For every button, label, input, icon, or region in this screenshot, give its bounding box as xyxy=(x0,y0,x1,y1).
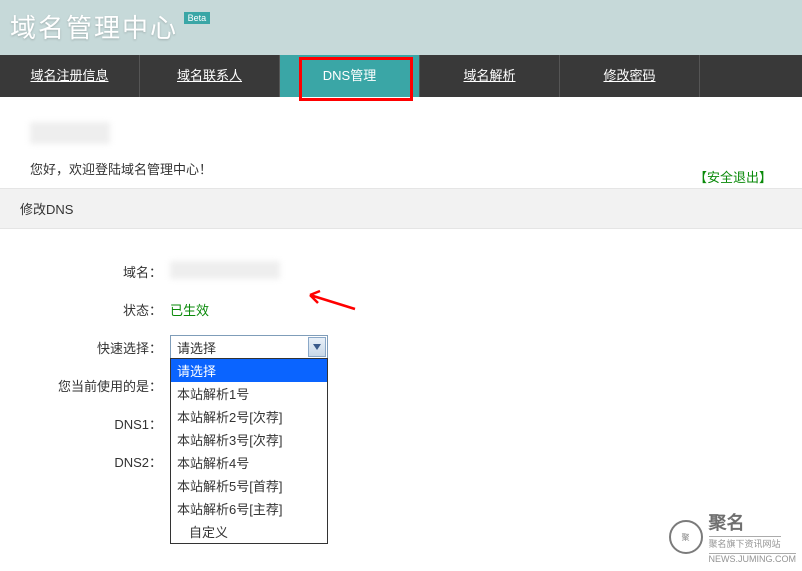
status-label: 状态： xyxy=(40,300,170,319)
dropdown-option[interactable]: 本站解析2号[次荐] xyxy=(171,405,327,428)
greeting-text: 您好，欢迎登陆域名管理中心！ xyxy=(30,159,772,178)
section-title: 修改DNS xyxy=(0,188,802,229)
dropdown-option[interactable]: 请选择 xyxy=(171,359,327,382)
watermark: 聚 聚名 聚名旗下资讯网站 NEWS.JUMING.COM xyxy=(669,509,797,565)
nav-item-reginfo[interactable]: 域名注册信息 xyxy=(0,55,140,97)
dns2-label: DNS2： xyxy=(40,452,170,471)
header: 域名管理中心 Beta xyxy=(0,0,802,55)
watermark-sub: 聚名旗下资讯网站 xyxy=(709,536,781,550)
watermark-brand: 聚名 xyxy=(709,513,745,533)
domain-value-masked xyxy=(170,261,280,279)
dns1-label: DNS1： xyxy=(40,414,170,433)
select-display-text: 请选择 xyxy=(177,338,216,357)
nav-item-password[interactable]: 修改密码 xyxy=(560,55,700,97)
dropdown-arrow-icon xyxy=(308,337,326,357)
beta-badge: Beta xyxy=(184,12,211,24)
nav-item-dns[interactable]: DNS管理 xyxy=(280,55,420,97)
dropdown-option[interactable]: 本站解析4号 xyxy=(171,451,327,474)
dropdown-option[interactable]: 本站解析1号 xyxy=(171,382,327,405)
status-value: 已生效 xyxy=(170,303,209,318)
safe-exit-link[interactable]: 安全退出 xyxy=(694,167,772,186)
domain-name-masked xyxy=(30,122,110,144)
nav-item-contacts[interactable]: 域名联系人 xyxy=(140,55,280,97)
logo-text: 域名管理中心 xyxy=(10,8,178,45)
quick-select-dropdown[interactable]: 请选择 xyxy=(170,335,328,359)
quick-select-label: 快速选择： xyxy=(40,338,170,357)
dropdown-option[interactable]: 本站解析3号[次荐] xyxy=(171,428,327,451)
nav-bar: 域名注册信息 域名联系人 DNS管理 域名解析 修改密码 xyxy=(0,55,802,97)
watermark-url: NEWS.JUMING.COM xyxy=(709,553,797,564)
dropdown-list: 请选择 本站解析1号 本站解析2号[次荐] 本站解析3号[次荐] 本站解析4号 … xyxy=(170,358,328,544)
domain-label: 域名： xyxy=(40,262,170,281)
dropdown-option[interactable]: 自定义 xyxy=(171,520,327,543)
dropdown-option[interactable]: 本站解析6号[主荐] xyxy=(171,497,327,520)
welcome-area: 您好，欢迎登陆域名管理中心！ 安全退出 xyxy=(0,97,802,188)
dropdown-option[interactable]: 本站解析5号[首荐] xyxy=(171,474,327,497)
nav-item-resolve[interactable]: 域名解析 xyxy=(420,55,560,97)
current-use-label: 您当前使用的是： xyxy=(40,376,170,395)
watermark-icon: 聚 xyxy=(669,520,703,554)
